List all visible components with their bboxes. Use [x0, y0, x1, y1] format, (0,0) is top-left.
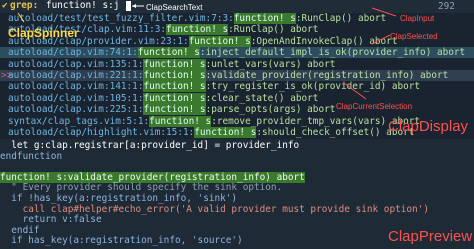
clap-window: ✔ grep: function! s:j 292 autoload/test/… — [0, 0, 474, 249]
selected-arrow — [371, 34, 391, 45]
spinner-arrow — [17, 12, 25, 23]
input-arrow — [371, 7, 397, 17]
search-text-arrowhead — [132, 4, 136, 8]
current-selection-arrow — [343, 82, 367, 100]
annotation-arrows — [17, 4, 397, 100]
